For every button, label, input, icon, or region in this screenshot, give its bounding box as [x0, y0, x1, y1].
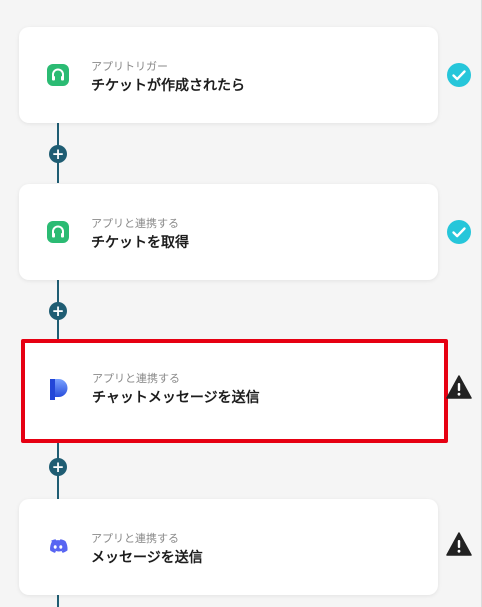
plus-icon: + [51, 457, 65, 476]
step-title: チャットメッセージを送信 [92, 390, 260, 406]
add-step-button[interactable]: + [49, 145, 67, 163]
headset-app-icon [47, 221, 69, 243]
add-step-button[interactable]: + [49, 458, 67, 476]
add-step-button[interactable]: + [49, 302, 67, 320]
warning-icon [446, 532, 472, 556]
step-kind-label: アプリトリガー [91, 60, 168, 73]
check-icon [447, 220, 471, 244]
discord-icon [50, 539, 68, 553]
step-title: メッセージを送信 [91, 550, 203, 566]
step-kind-label: アプリと連携する [91, 532, 179, 545]
plus-icon: + [51, 301, 65, 320]
flow-connector [57, 594, 59, 607]
flow-step-card-selected[interactable]: アプリと連携する チャットメッセージを送信 [21, 339, 448, 443]
step-kind-label: アプリと連携する [91, 217, 179, 230]
p-app-icon [50, 379, 68, 400]
check-icon [447, 63, 471, 87]
flow-step-card[interactable]: アプリトリガー チケットが作成されたら [19, 27, 438, 123]
headset-app-icon [47, 64, 69, 86]
warning-icon [446, 375, 472, 399]
step-title: チケットを取得 [91, 235, 189, 251]
flow-step-card[interactable]: アプリと連携する チケットを取得 [19, 184, 438, 280]
step-title: チケットが作成されたら [91, 78, 245, 94]
flow-step-card[interactable]: アプリと連携する メッセージを送信 [19, 499, 438, 595]
plus-icon: + [51, 144, 65, 163]
flow-canvas: + + + アプリトリガー チケットが作成されたら アプリと連携する チケットを… [0, 0, 482, 607]
step-kind-label: アプリと連携する [92, 372, 180, 385]
